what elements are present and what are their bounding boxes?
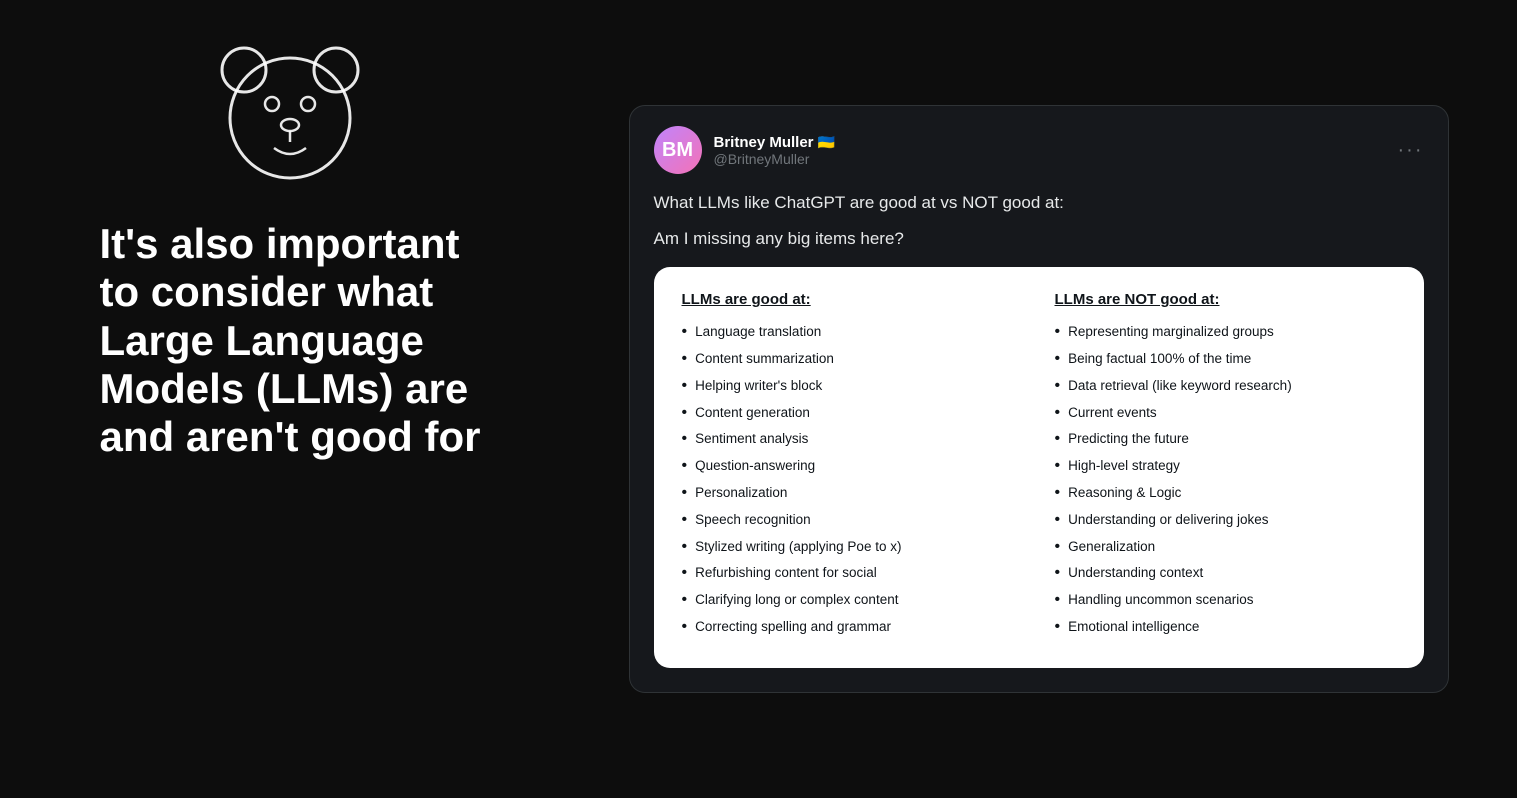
list-item: Being factual 100% of the time: [1055, 349, 1396, 370]
list-item: Refurbishing content for social: [682, 563, 1023, 584]
llm-not-good-title: LLMs are NOT good at:: [1055, 291, 1396, 308]
left-heading: It's also important to consider what Lar…: [100, 220, 481, 461]
list-item: Reasoning & Logic: [1055, 483, 1396, 504]
tweet-header: BM Britney Muller 🇺🇦 @BritneyMuller ···: [654, 126, 1424, 174]
list-item: Language translation: [682, 322, 1023, 343]
tweet-line2: Am I missing any big items here?: [654, 226, 1424, 252]
list-item: Representing marginalized groups: [1055, 322, 1396, 343]
tweet-card: BM Britney Muller 🇺🇦 @BritneyMuller ··· …: [629, 105, 1449, 693]
list-item: Question-answering: [682, 456, 1023, 477]
llm-good-title: LLMs are good at:: [682, 291, 1023, 308]
llm-good-column: LLMs are good at: Language translation Co…: [682, 291, 1023, 644]
llm-not-good-column: LLMs are NOT good at: Representing margi…: [1055, 291, 1396, 644]
list-item: Speech recognition: [682, 510, 1023, 531]
llm-good-list: Language translation Content summarizatio…: [682, 322, 1023, 638]
list-item: Content summarization: [682, 349, 1023, 370]
llm-card: LLMs are good at: Language translation Co…: [654, 267, 1424, 668]
right-panel: BM Britney Muller 🇺🇦 @BritneyMuller ··· …: [580, 0, 1517, 798]
tweet-header-left: BM Britney Muller 🇺🇦 @BritneyMuller: [654, 126, 835, 174]
list-item: High-level strategy: [1055, 456, 1396, 477]
list-item: Data retrieval (like keyword research): [1055, 376, 1396, 397]
user-flag: 🇺🇦: [818, 134, 835, 151]
tweet-line1: What LLMs like ChatGPT are good at vs NO…: [654, 190, 1424, 216]
user-handle: @BritneyMuller: [714, 151, 835, 167]
list-item: Understanding context: [1055, 563, 1396, 584]
llm-not-good-list: Representing marginalized groups Being fa…: [1055, 322, 1396, 638]
avatar-image: BM: [654, 126, 702, 174]
tweet-more-button[interactable]: ···: [1398, 139, 1424, 162]
list-item: Handling uncommon scenarios: [1055, 590, 1396, 611]
tweet-text: What LLMs like ChatGPT are good at vs NO…: [654, 190, 1424, 251]
list-item: Sentiment analysis: [682, 429, 1023, 450]
user-info: Britney Muller 🇺🇦 @BritneyMuller: [714, 134, 835, 167]
bear-logo: [210, 30, 370, 190]
list-item: Stylized writing (applying Poe to x): [682, 537, 1023, 558]
list-item: Predicting the future: [1055, 429, 1396, 450]
list-item: Content generation: [682, 403, 1023, 424]
list-item: Correcting spelling and grammar: [682, 617, 1023, 638]
user-name: Britney Muller 🇺🇦: [714, 134, 835, 151]
list-item: Personalization: [682, 483, 1023, 504]
list-item: Clarifying long or complex content: [682, 590, 1023, 611]
list-item: Generalization: [1055, 537, 1396, 558]
list-item: Current events: [1055, 403, 1396, 424]
left-panel: It's also important to consider what Lar…: [0, 0, 580, 798]
list-item: Helping writer's block: [682, 376, 1023, 397]
list-item: Understanding or delivering jokes: [1055, 510, 1396, 531]
avatar: BM: [654, 126, 702, 174]
list-item: Emotional intelligence: [1055, 617, 1396, 638]
